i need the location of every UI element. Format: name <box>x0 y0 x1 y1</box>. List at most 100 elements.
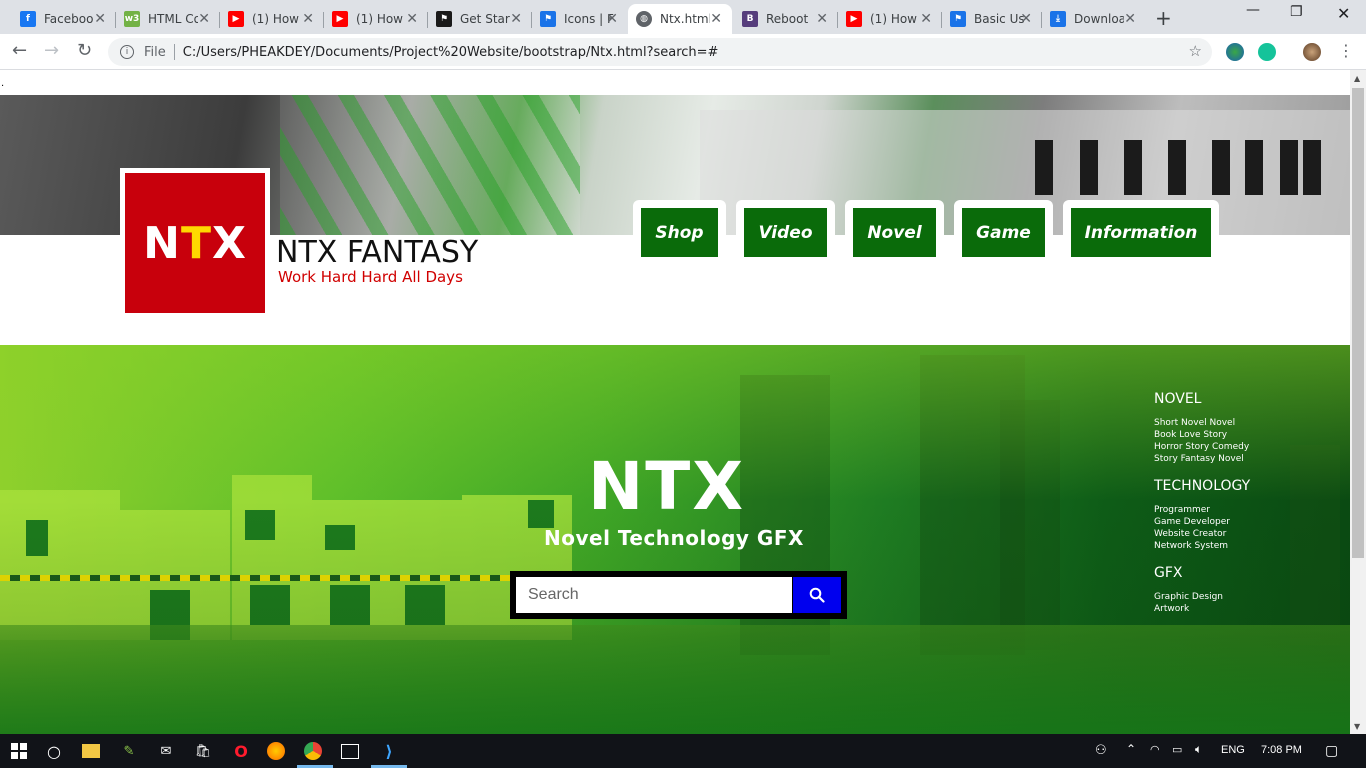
wifi-icon[interactable]: ◠ <box>1150 743 1160 756</box>
bootstrap-icon: B <box>742 11 758 27</box>
close-icon[interactable]: ✕ <box>1124 11 1136 27</box>
chrome-icon[interactable] <box>304 742 322 760</box>
bookmark-star-icon[interactable]: ☆ <box>1189 42 1202 60</box>
close-icon[interactable]: ✕ <box>920 11 932 27</box>
reload-icon[interactable]: ↻ <box>77 40 92 61</box>
close-icon[interactable]: ✕ <box>302 11 314 27</box>
firefox-icon[interactable] <box>267 742 285 760</box>
cortana-icon[interactable]: ○ <box>43 740 65 762</box>
close-window-icon[interactable]: ✕ <box>1337 4 1350 23</box>
facebook-icon: f <box>20 11 36 27</box>
extension-globe-icon[interactable] <box>1226 43 1244 61</box>
tab-youtube[interactable]: ▶ (1) How ✕ <box>838 4 942 34</box>
scrollbar-thumb[interactable] <box>1352 88 1364 558</box>
clock[interactable]: 7:08 PM <box>1261 744 1302 756</box>
tab-basic-use[interactable]: ⚑ Basic Use ✕ <box>942 4 1042 34</box>
new-tab-icon[interactable]: + <box>1155 6 1172 30</box>
youtube-icon: ▶ <box>846 11 862 27</box>
fontawesome-flag-icon: ⚑ <box>436 11 452 27</box>
grammarly-icon[interactable] <box>1258 43 1276 61</box>
close-icon[interactable]: ✕ <box>198 11 210 27</box>
search-input[interactable] <box>516 577 792 613</box>
windows-taskbar: ○ ✎ ✉ 🛍 O ⟩ ⚇ ⌃ ◠ ▭ 🔈︎ ENG 7:08 PM ▢ <box>0 734 1366 768</box>
hero-title: NTX <box>588 448 746 525</box>
tab-get-started[interactable]: ⚑ Get Started ✕ <box>428 4 532 34</box>
store-icon[interactable]: 🛍 <box>192 740 214 762</box>
sidebar-novel: NOVEL Short Novel Novel Book Love Story … <box>1154 391 1249 465</box>
sidebar-link[interactable]: Website Creator <box>1154 528 1250 540</box>
banner-stripes-decoration <box>280 95 580 235</box>
scroll-up-icon[interactable]: ▲ <box>1354 74 1360 83</box>
language-indicator[interactable]: ENG <box>1221 744 1245 756</box>
sidebar-link[interactable]: Network System <box>1154 540 1250 552</box>
volume-icon[interactable]: 🔈︎ <box>1195 742 1202 757</box>
mail-icon[interactable]: ✉ <box>155 740 177 762</box>
sidebar-heading-gfx: GFX <box>1154 565 1183 581</box>
opera-icon[interactable]: O <box>230 740 252 762</box>
back-icon[interactable]: ← <box>12 40 27 61</box>
windows-start-icon[interactable] <box>8 740 30 762</box>
app-icon[interactable]: ✎ <box>118 740 140 762</box>
nav-game[interactable]: Game <box>962 208 1045 257</box>
vscode-icon[interactable]: ⟩ <box>378 740 400 762</box>
battery-icon[interactable]: ▭ <box>1172 743 1182 756</box>
nav-information[interactable]: Information <box>1071 208 1211 257</box>
logo-frame: NTX <box>120 168 270 316</box>
tab-title: (1) How <box>870 12 917 26</box>
tab-icons[interactable]: ⚑ Icons | Font ✕ <box>532 4 628 34</box>
sidebar-link[interactable]: Game Developer <box>1154 516 1250 528</box>
ntx-logo[interactable]: NTX <box>125 173 265 313</box>
restore-icon[interactable]: ❐ <box>1290 4 1303 20</box>
address-url[interactable]: C:/Users/PHEAKDEY/Documents/Project%20We… <box>183 45 719 60</box>
tab-reboot[interactable]: B Reboot ✕ <box>734 4 838 34</box>
tab-title: Reboot <box>766 12 809 26</box>
search-button[interactable] <box>793 577 841 613</box>
close-icon[interactable]: ✕ <box>94 11 106 27</box>
tab-title: HTML Color <box>148 12 198 26</box>
tab-download[interactable]: ⤓ Download ✕ <box>1042 4 1146 34</box>
menu-kebab-icon[interactable]: ⋮ <box>1338 41 1354 60</box>
sidebar-gfx: GFX Graphic Design Artwork <box>1154 565 1223 615</box>
forward-icon[interactable]: → <box>44 40 59 61</box>
sidebar-link[interactable]: Artwork <box>1154 603 1223 615</box>
tab-title: (1) How <box>356 12 403 26</box>
tab-youtube[interactable]: ▶ (1) How ✕ <box>220 4 324 34</box>
close-icon[interactable]: ✕ <box>710 11 722 27</box>
sidebar-link[interactable]: Programmer <box>1154 504 1250 516</box>
sidebar-link[interactable]: Book Love Story <box>1154 429 1249 441</box>
html-color-icon: w3 <box>124 11 140 27</box>
site-title: NTX FANTASY <box>276 235 479 270</box>
nav-video[interactable]: Video <box>744 208 827 257</box>
youtube-icon: ▶ <box>332 11 348 27</box>
sidebar-link[interactable]: Horror Story Comedy <box>1154 441 1249 453</box>
tab-ntx-active[interactable]: ◍ Ntx.html ✕ <box>628 4 732 34</box>
close-icon[interactable]: ✕ <box>406 11 418 27</box>
tab-youtube[interactable]: ▶ (1) How ✕ <box>324 4 428 34</box>
info-icon[interactable]: i <box>120 45 134 59</box>
people-icon[interactable]: ⚇ <box>1095 742 1107 758</box>
notifications-icon[interactable]: ▢ <box>1325 742 1338 759</box>
tab-facebook[interactable]: f Facebook ✕ <box>12 4 116 34</box>
close-icon[interactable]: ✕ <box>510 11 522 27</box>
sidebar-link[interactable]: Short Novel Novel <box>1154 417 1249 429</box>
address-bar[interactable]: i File C:/Users/PHEAKDEY/Documents/Proje… <box>108 38 1212 66</box>
nav-shop[interactable]: Shop <box>641 208 718 257</box>
download-icon: ⤓ <box>1050 11 1066 27</box>
profile-avatar[interactable] <box>1303 43 1321 61</box>
close-icon[interactable]: ✕ <box>606 11 618 27</box>
chevron-up-icon[interactable]: ⌃ <box>1126 742 1136 756</box>
sidebar-link[interactable]: Graphic Design <box>1154 591 1223 603</box>
close-icon[interactable]: ✕ <box>816 11 828 27</box>
sidebar-heading-technology: TECHNOLOGY <box>1154 478 1251 494</box>
sidebar-link[interactable]: Story Fantasy Novel <box>1154 453 1249 465</box>
nav-novel[interactable]: Novel <box>853 208 936 257</box>
minimize-icon[interactable]: — <box>1246 2 1260 18</box>
site-tagline: Work Hard Hard All Days <box>278 268 463 286</box>
file-explorer-icon[interactable] <box>82 744 100 758</box>
page-viewport: . NTX NTX FANTASY Work Hard Hard All Day… <box>0 70 1350 734</box>
photos-icon[interactable] <box>341 744 359 759</box>
fontawesome-flag-icon: ⚑ <box>950 11 966 27</box>
scroll-down-icon[interactable]: ▼ <box>1354 722 1360 731</box>
tab-html-color[interactable]: w3 HTML Color ✕ <box>116 4 220 34</box>
close-icon[interactable]: ✕ <box>1020 11 1032 27</box>
